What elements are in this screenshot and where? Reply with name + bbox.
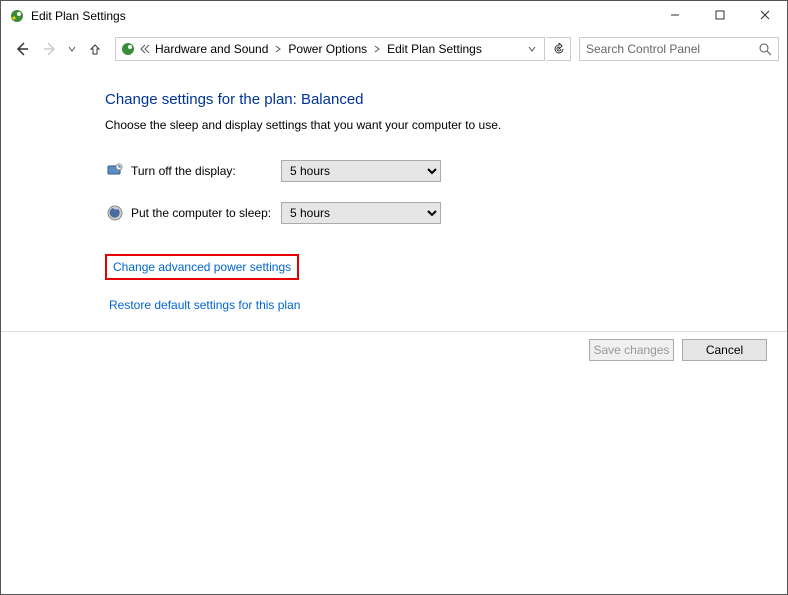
back-button[interactable] [9,36,35,62]
separator [1,331,787,332]
title-bar: Edit Plan Settings [1,1,787,31]
breadcrumb-hardware-sound[interactable]: Hardware and Sound [152,42,271,56]
nav-row: Hardware and Sound Power Options Edit Pl… [1,31,787,67]
breadcrumb-power-options[interactable]: Power Options [285,42,370,56]
chevron-right-icon[interactable] [271,45,285,53]
row-sleep: Put the computer to sleep: 5 hours [105,202,787,224]
control-panel-icon [120,41,136,57]
refresh-button[interactable] [547,37,571,61]
window-title: Edit Plan Settings [31,9,126,23]
button-bar: Save changes Cancel [589,339,767,361]
links-block: Change advanced power settings Restore d… [105,254,787,312]
content-area: Change settings for the plan: Balanced C… [1,67,787,312]
forward-button[interactable] [37,36,63,62]
recent-locations-button[interactable] [65,45,79,53]
turn-off-display-select[interactable]: 5 hours [281,160,441,182]
turn-off-display-label: Turn off the display: [131,164,281,178]
search-icon [758,42,772,59]
sleep-icon [105,203,125,223]
window-controls [652,1,787,29]
up-button[interactable] [83,37,107,61]
search-placeholder: Search Control Panel [586,42,700,56]
change-advanced-link[interactable]: Change advanced power settings [113,260,291,274]
breadcrumb-edit-plan[interactable]: Edit Plan Settings [384,42,485,56]
search-input[interactable]: Search Control Panel [579,37,779,61]
app-icon [9,8,25,24]
display-icon [105,161,125,181]
close-button[interactable] [742,1,787,29]
highlight-box: Change advanced power settings [105,254,299,280]
page-subtext: Choose the sleep and display settings th… [105,118,787,132]
save-button: Save changes [589,339,674,361]
cancel-button[interactable]: Cancel [682,339,767,361]
maximize-button[interactable] [697,1,742,29]
address-bar[interactable]: Hardware and Sound Power Options Edit Pl… [115,37,545,61]
sleep-label: Put the computer to sleep: [131,206,281,220]
chevron-right-icon[interactable] [370,45,384,53]
row-turn-off-display: Turn off the display: 5 hours [105,160,787,182]
address-dropdown-icon[interactable] [528,42,540,56]
page-heading: Change settings for the plan: Balanced [105,91,787,108]
minimize-button[interactable] [652,1,697,29]
chevron-left-double-icon[interactable] [138,44,152,54]
sleep-select[interactable]: 5 hours [281,202,441,224]
restore-defaults-link[interactable]: Restore default settings for this plan [109,298,300,312]
